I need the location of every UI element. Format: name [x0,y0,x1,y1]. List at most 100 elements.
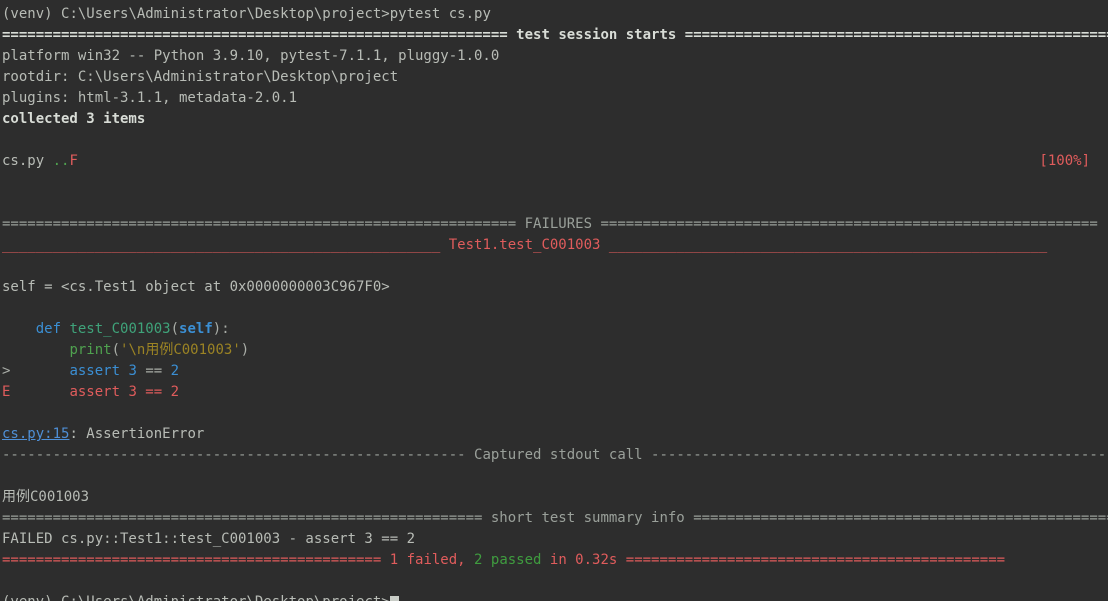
terminal-line-rootdir: rootdir: C:\Users\Administrator\Desktop\… [2,67,1108,88]
terminal-line-captured-output: 用例C001003 [2,487,1108,508]
terminal-line-final-prompt[interactable]: (venv) C:\Users\Administrator\Desktop\pr… [2,592,1108,601]
test-space2 [600,237,608,253]
def-paren-close: ): [212,321,230,337]
print-string: '\n用例C001003' [120,342,241,358]
session-header-space [508,27,516,43]
progress-percent: [100%] [1039,153,1090,169]
final-prompt-venv: (venv) [2,594,61,601]
failed-summary-text: FAILED cs.py::Test1::test_C001003 - asse… [2,531,416,547]
error-location-link[interactable]: cs.py:15 [2,426,69,442]
terminal-line-error-location: cs.py:15: AssertionError [2,424,1108,445]
captured-sp1 [466,447,474,463]
e-assert-text: assert 3 == 2 [69,384,180,400]
terminal-line-assert-gt: > assert 3 == 2 [2,361,1108,382]
e-indent [10,384,69,400]
terminal-line-final-summary: ========================================… [2,550,1108,571]
terminal-line-summary-banner: ========================================… [2,508,1108,529]
session-header: test session starts [516,27,677,43]
summary-sp1 [482,510,490,526]
terminal-line-platform: platform win32 -- Python 3.9.10, pytest-… [2,46,1108,67]
final-sp1 [381,552,389,568]
final-eq-right: ========================================… [625,552,1006,568]
summary-sp2 [685,510,693,526]
prompt-path: C:\Users\Administrator\Desktop\project> [61,6,390,22]
terminal-line-blank-5 [2,298,1108,319]
terminal-line-print: print('\n用例C001003') [2,340,1108,361]
assert-sp3 [162,363,170,379]
terminal-line-captured-banner: ----------------------------------------… [2,445,1108,466]
progress-file: cs.py [2,153,53,169]
error-type: : AssertionError [69,426,205,442]
test-dash-left: ________________________________________… [2,237,441,253]
self-text: self = <cs.Test1 object at 0x0000000003C… [2,279,390,295]
print-paren-open: ( [111,342,121,358]
progress-left: cs.py ..F [2,151,78,172]
assert-num1: 3 [128,363,137,379]
terminal-line-blank-8 [2,571,1108,592]
assert-num2: 2 [170,363,180,379]
terminal-line-blank-6 [2,403,1108,424]
def-arg: self [179,321,213,337]
test-name: Test1.test_C001003 [448,237,601,253]
final-eq-left: ========================================… [2,552,382,568]
failures-eq-right: ========================================… [600,216,1098,232]
final-passed: 2 passed [474,552,542,568]
terminal-line-blank-1 [2,130,1108,151]
terminal-line-session-banner: ========================================… [2,25,1108,46]
terminal-line-blank-3 [2,193,1108,214]
terminal-line-plugins: plugins: html-3.1.1, metadata-2.0.1 [2,88,1108,109]
collected-text: collected 3 items [2,111,146,127]
progress-passed-marks: .. [52,153,70,169]
final-time: in 0.32s [541,552,626,568]
captured-dash-right: ----------------------------------------… [651,447,1108,463]
summary-header: short test summary info [490,510,685,526]
terminal-line-test-separator: ________________________________________… [2,235,1108,256]
captured-sp2 [643,447,651,463]
terminal-line-progress: cs.py ..F [100%] [2,151,1108,172]
terminal-line-self: self = <cs.Test1 object at 0x0000000003C… [2,277,1108,298]
platform-text: platform win32 -- Python 3.9.10, pytest-… [2,48,500,64]
plugins-text: plugins: html-3.1.1, metadata-2.0.1 [2,90,298,106]
captured-output-text: 用例C001003 [2,489,90,505]
final-comma: , [457,552,475,568]
session-header-space2 [676,27,684,43]
prompt-command: pytest cs.py [389,6,491,22]
def-paren-open: ( [170,321,180,337]
assert-op: == [145,363,163,379]
summary-eq-left: ========================================… [2,510,483,526]
rootdir-text: rootdir: C:\Users\Administrator\Desktop\… [2,69,399,85]
session-eq-left: ========================================… [2,27,508,43]
terminal-line-blank-4 [2,256,1108,277]
def-indent [2,321,36,337]
terminal-line-failures-banner: ========================================… [2,214,1108,235]
test-space1 [440,237,448,253]
failures-eq-left: ========================================… [2,216,517,232]
terminal-line-blank-2 [2,172,1108,193]
captured-dash-left: ----------------------------------------… [2,447,466,463]
terminal-line-blank-7 [2,466,1108,487]
print-func: print [69,342,112,358]
gt-indent [10,363,69,379]
text-cursor [389,596,399,601]
final-prompt-path: C:\Users\Administrator\Desktop\project> [61,594,390,601]
captured-header: Captured stdout call [474,447,643,463]
failures-space1 [516,216,524,232]
def-name: test_C001003 [69,321,171,337]
def-keyword: def [35,321,62,337]
failures-header: FAILURES [524,216,593,232]
test-dash-right: ________________________________________… [608,237,1048,253]
prompt-venv: (venv) [2,6,62,22]
summary-eq-right: ========================================… [693,510,1108,526]
terminal-line-def: def test_C001003(self): [2,319,1108,340]
terminal-window[interactable]: (venv) C:\Users\Administrator\Desktop\pr… [0,0,1108,601]
print-paren-close: ) [240,342,250,358]
assert-keyword: assert [69,363,121,379]
progress-failed-mark: F [69,153,78,169]
terminal-line-assert-e: E assert 3 == 2 [2,382,1108,403]
final-failed: 1 failed [389,552,458,568]
session-eq-right: ========================================… [684,27,1108,43]
terminal-line-command: (venv) C:\Users\Administrator\Desktop\pr… [2,4,1108,25]
terminal-line-failed-summary: FAILED cs.py::Test1::test_C001003 - asse… [2,529,1108,550]
print-indent [2,342,69,358]
terminal-line-collected: collected 3 items [2,109,1108,130]
